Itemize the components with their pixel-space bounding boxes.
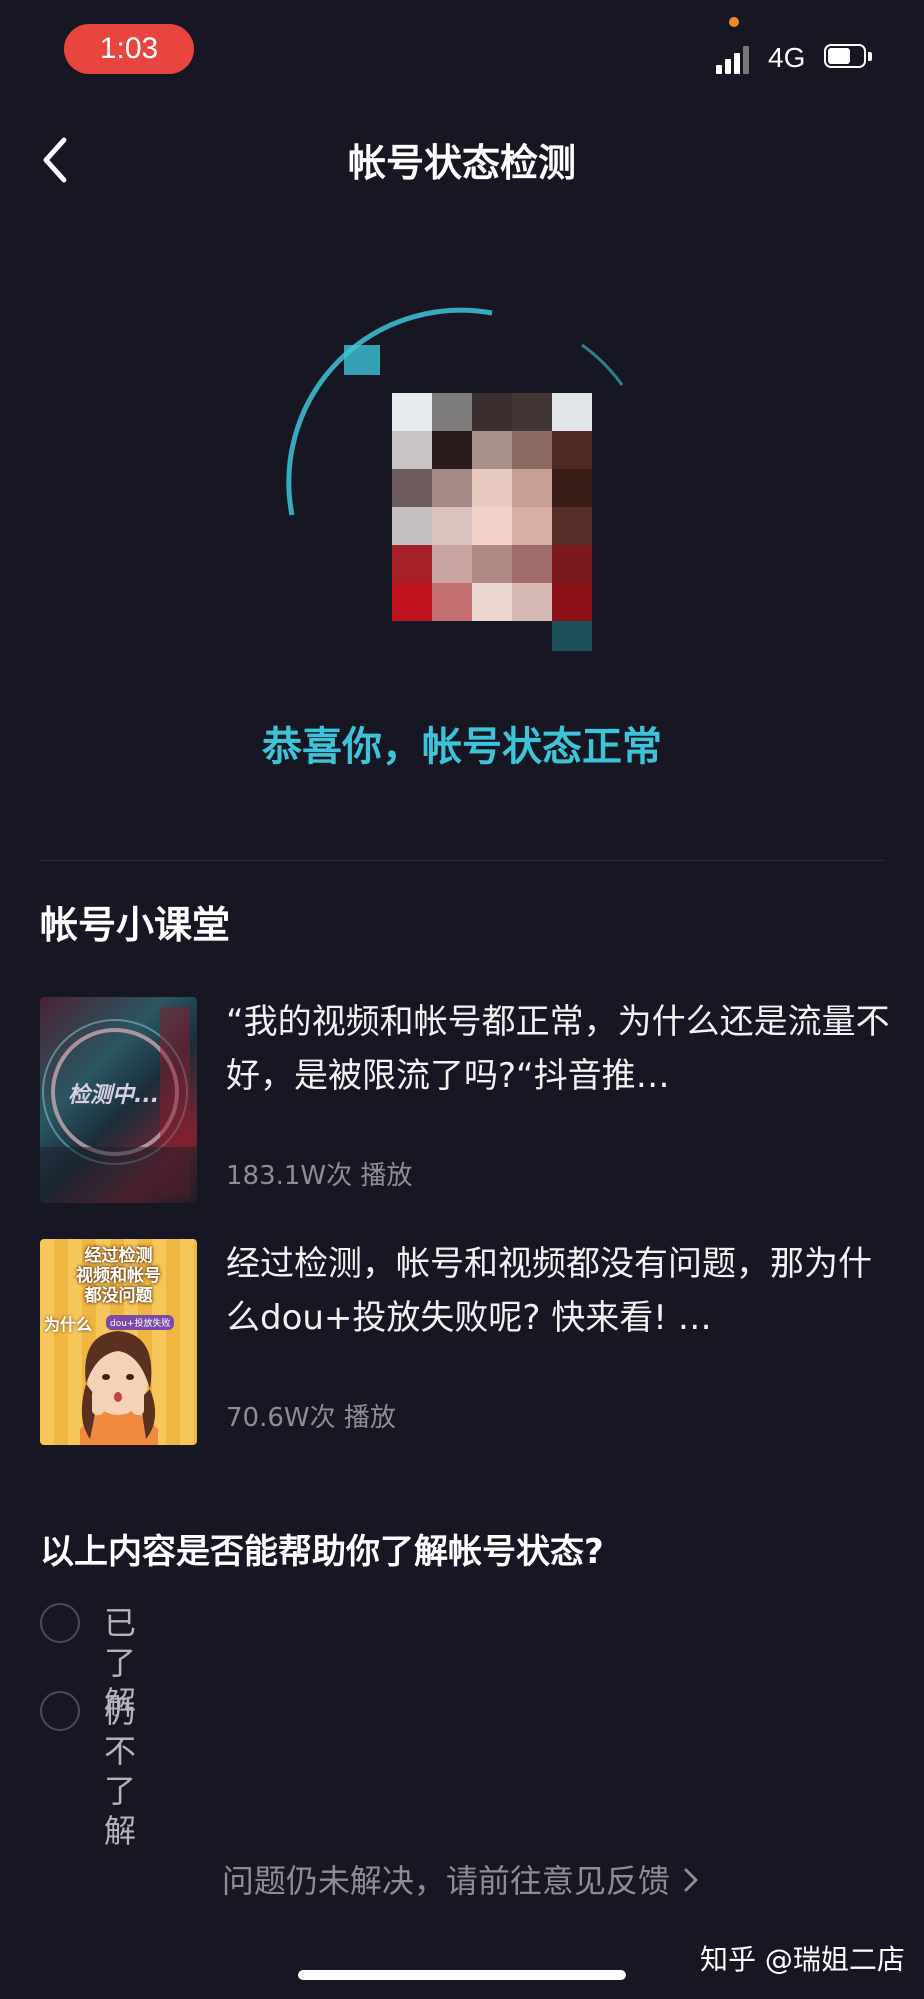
feedback-link[interactable]: 问题仍未解决，请前往意见反馈	[0, 1856, 924, 1902]
feedback-link-text: 问题仍未解决，请前往意见反馈	[221, 1862, 670, 1900]
person-icon	[80, 1331, 158, 1445]
thumbnail-text: 检测中...	[68, 1083, 160, 1108]
play-count: 70.6W次 播放	[226, 1403, 396, 1433]
signal-icon	[716, 44, 756, 74]
battery-icon	[824, 44, 874, 70]
status-time: 1:03	[64, 24, 194, 74]
divider	[40, 860, 884, 861]
lesson-title: 经过检测，帐号和视频都没有问题，那为什么dou+投放失败呢? 快来看! …	[226, 1244, 872, 1338]
privacy-indicator-dot	[729, 17, 739, 27]
radio-button[interactable]	[40, 1603, 80, 1643]
section-title: 帐号小课堂	[40, 903, 231, 947]
option-label: 仍不了解	[104, 1692, 137, 1850]
lesson-item[interactable]: 检测中... “我的视频和帐号都正常，为什么还是流量不好，是被限流了吗?“抖音推…	[40, 997, 890, 1203]
lesson-title: “我的视频和帐号都正常，为什么还是流量不好，是被限流了吗?“抖音推…	[226, 1002, 890, 1096]
account-avatar	[282, 305, 642, 665]
video-thumbnail: 经过检测 视频和帐号 都没问题 为什么 dou+投放失败	[40, 1239, 197, 1445]
lesson-item[interactable]: 经过检测 视频和帐号 都没问题 为什么 dou+投放失败 经过检测，帐号和视频都…	[40, 1239, 884, 1445]
radio-button[interactable]	[40, 1691, 80, 1731]
video-thumbnail: 检测中...	[40, 997, 197, 1203]
home-indicator[interactable]	[298, 1970, 626, 1980]
account-status-message: 恭喜你，帐号状态正常	[262, 724, 662, 770]
network-type: 4G	[768, 42, 806, 73]
survey-question: 以上内容是否能帮助你了解帐号状态?	[40, 1532, 604, 1572]
play-count: 183.1W次 播放	[226, 1161, 413, 1191]
watermark: 知乎 @瑞姐二店	[700, 1943, 905, 1976]
chevron-right-icon	[684, 1868, 698, 1892]
page-title: 帐号状态检测	[347, 141, 576, 185]
detection-ring-icon	[286, 307, 624, 651]
